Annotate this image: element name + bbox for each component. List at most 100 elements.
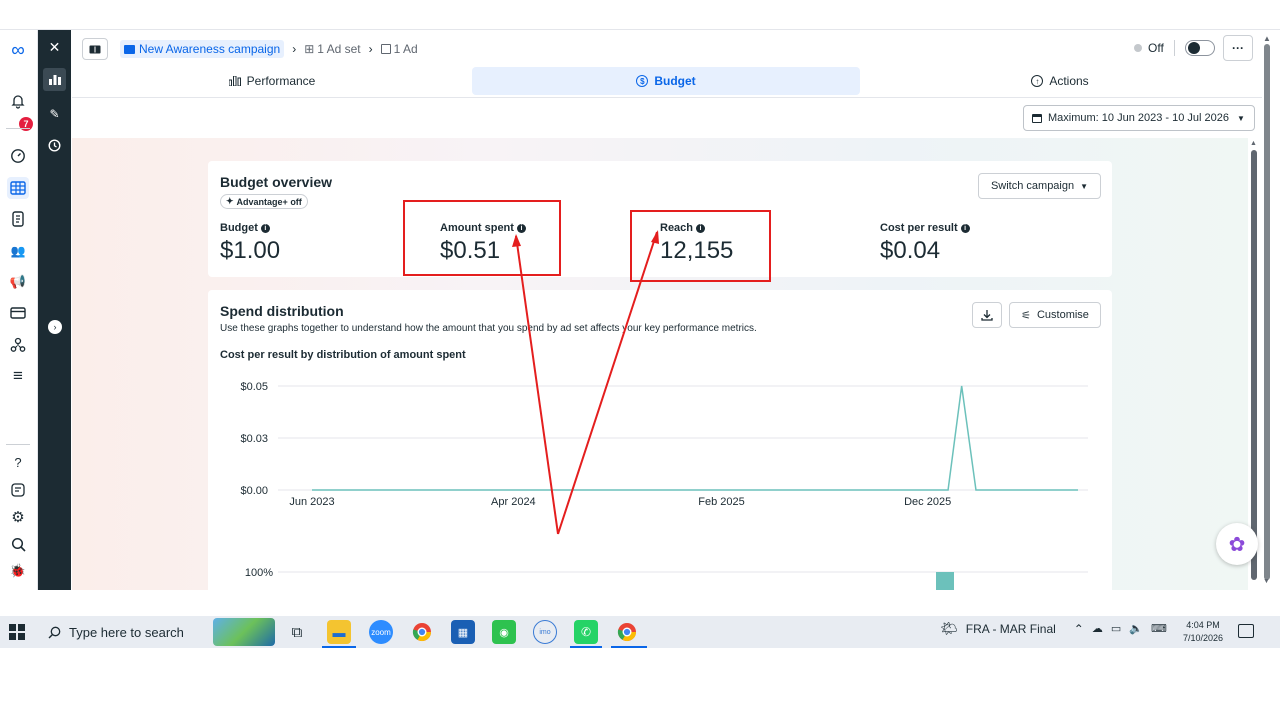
volume-icon[interactable]: 🔈 <box>1129 622 1143 635</box>
chart-title: Cost per result by distribution of amoun… <box>220 349 466 361</box>
file-explorer-icon[interactable]: ▬ <box>327 620 351 644</box>
expand-panel-icon[interactable]: › <box>48 320 62 334</box>
scroll-down-arrow-icon[interactable]: ▼ <box>1263 578 1270 585</box>
tab-budget[interactable]: $ Budget <box>472 67 860 95</box>
chrome-profile-icon[interactable] <box>615 620 639 644</box>
scroll-up-arrow-icon[interactable]: ▲ <box>1250 140 1257 147</box>
dark-side-panel: ✕ ✎ › <box>38 30 71 590</box>
audiences-icon[interactable]: 👥 <box>7 240 29 262</box>
settings-icon[interactable]: ⚙ <box>7 506 29 528</box>
bug-icon[interactable]: 🐞 <box>7 560 29 582</box>
breadcrumb-ad[interactable]: 1 Ad <box>380 42 418 56</box>
budget-overview-title: Budget overview <box>220 174 333 190</box>
tab-divider <box>72 97 1262 98</box>
screen: ∞ 7 👥 📢 ≡ ? ⚙ 🐞 ✕ ✎ › New Awareness camp… <box>0 0 1280 720</box>
bell-icon[interactable] <box>7 90 29 112</box>
status-dot-icon <box>1134 44 1142 52</box>
tray-label[interactable]: FRA - MAR Final <box>966 622 1056 636</box>
clock-date: 7/10/2026 <box>1182 633 1224 643</box>
bar-chart-icon <box>228 76 241 86</box>
campaign-toggle[interactable] <box>1184 40 1215 56</box>
billing-icon[interactable] <box>7 302 29 324</box>
metric-value: 12,155 <box>660 237 734 264</box>
whatsapp-icon[interactable]: ✆ <box>574 620 598 644</box>
date-range-picker[interactable]: Maximum: 10 Jun 2023 - 10 Jul 2026 ▼ <box>1023 105 1255 131</box>
feedback-icon[interactable] <box>7 479 29 501</box>
tab-performance[interactable]: Performance <box>72 67 472 95</box>
toggle-knob <box>1187 42 1200 54</box>
menu-icon[interactable]: ≡ <box>7 365 29 387</box>
x-tick-label: Dec 2025 <box>904 496 951 508</box>
caret-down-icon: ▼ <box>1080 181 1089 191</box>
calendar-icon <box>1032 113 1042 123</box>
onedrive-icon[interactable]: ☁ <box>1092 622 1103 635</box>
split-view-button[interactable] <box>82 38 108 60</box>
breadcrumb-campaign-label: New Awareness campaign <box>139 42 281 56</box>
info-icon[interactable]: i <box>696 223 706 233</box>
taskbar-clock[interactable]: 4:04 PM 7/10/2026 <box>1176 619 1230 645</box>
percent-bar <box>936 572 954 590</box>
ai-assistant-button[interactable]: ✿ <box>1216 523 1258 565</box>
edit-pencil-icon[interactable]: ✎ <box>43 102 66 125</box>
taskbar-search[interactable]: Type here to search <box>38 618 206 646</box>
advantage-tag: ✦ Advantage+ off <box>220 194 308 209</box>
breadcrumb-campaign[interactable]: New Awareness campaign <box>120 40 285 58</box>
imo-icon[interactable]: imo <box>533 620 557 644</box>
task-view-icon[interactable]: ⧉ <box>285 620 309 644</box>
taskbar-search-placeholder: Type here to search <box>69 624 184 640</box>
switch-campaign-button[interactable]: Switch campaign ▼ <box>978 173 1101 199</box>
download-button[interactable] <box>972 302 1002 328</box>
x-tick-label: Jun 2023 <box>289 496 334 508</box>
metric-value: $0.51 <box>440 237 501 264</box>
chrome-icon[interactable] <box>410 620 434 644</box>
business-icon[interactable] <box>7 334 29 356</box>
scroll-up-arrow-icon[interactable]: ▲ <box>1263 34 1271 43</box>
metric-budget: Budget i $1.00 <box>220 222 280 265</box>
search-icon[interactable] <box>7 533 29 555</box>
ad-set-grid-icon: ⊞ <box>304 42 315 56</box>
wechat-icon[interactable]: ◉ <box>492 620 516 644</box>
chevron-right-icon: › <box>292 42 297 56</box>
store-icon[interactable]: ▦ <box>451 620 475 644</box>
history-clock-icon[interactable] <box>43 134 66 157</box>
breadcrumb-ad-set[interactable]: ⊞ 1 Ad set <box>304 42 360 56</box>
tab-bar: Performance $ Budget ↑ Actions <box>72 67 1262 95</box>
zoom-icon[interactable]: zoom <box>369 620 393 644</box>
info-icon[interactable]: i <box>960 223 970 233</box>
status-divider <box>1173 40 1175 56</box>
spend-distribution-title: Spend distribution <box>220 303 344 319</box>
y-tick-label: $0.03 <box>240 433 268 445</box>
campaigns-grid-icon[interactable] <box>7 177 29 199</box>
close-icon[interactable]: ✕ <box>43 36 66 59</box>
customise-label: Customise <box>1036 309 1089 321</box>
search-icon <box>48 626 61 638</box>
weather-icon[interactable]: 🌤 <box>940 620 958 637</box>
advantage-tag-label: Advantage+ off <box>236 196 302 207</box>
notifications-icon[interactable] <box>1238 624 1254 638</box>
metric-label: Budget <box>220 222 258 234</box>
y-tick-label: $0.00 <box>240 485 268 497</box>
customise-button[interactable]: ⚟ Customise <box>1009 302 1101 328</box>
more-options-button[interactable]: ··· <box>1223 35 1253 61</box>
x-tick-label: Feb 2025 <box>698 496 744 508</box>
info-icon[interactable]: i <box>516 223 526 233</box>
header: New Awareness campaign › ⊞ 1 Ad set › 1 … <box>72 30 1280 138</box>
network-icon[interactable]: ▭ <box>1111 622 1121 635</box>
meta-logo-icon[interactable]: ∞ <box>7 40 29 62</box>
dashboard-icon[interactable] <box>7 145 29 167</box>
pages-icon[interactable] <box>7 208 29 230</box>
tab-performance-label: Performance <box>246 74 316 88</box>
windows-start-icon[interactable] <box>9 624 25 640</box>
chevron-up-icon[interactable]: ⌃ <box>1074 622 1084 636</box>
keyboard-icon[interactable]: ⌨ <box>1151 622 1167 635</box>
chart-view-icon[interactable] <box>43 68 66 91</box>
metric-reach: Reach i 12,155 <box>660 222 733 265</box>
tab-actions[interactable]: ↑ Actions <box>860 67 1260 95</box>
content-scrollbar[interactable] <box>1251 150 1257 580</box>
search-highlight-image[interactable] <box>213 618 275 646</box>
spend-distribution-card: Spend distribution Use these graphs toge… <box>208 290 1112 590</box>
info-icon[interactable]: i <box>260 223 270 233</box>
help-icon[interactable]: ? <box>7 451 29 473</box>
ads-icon[interactable]: 📢 <box>7 271 29 293</box>
outer-scrollbar[interactable] <box>1264 44 1270 580</box>
